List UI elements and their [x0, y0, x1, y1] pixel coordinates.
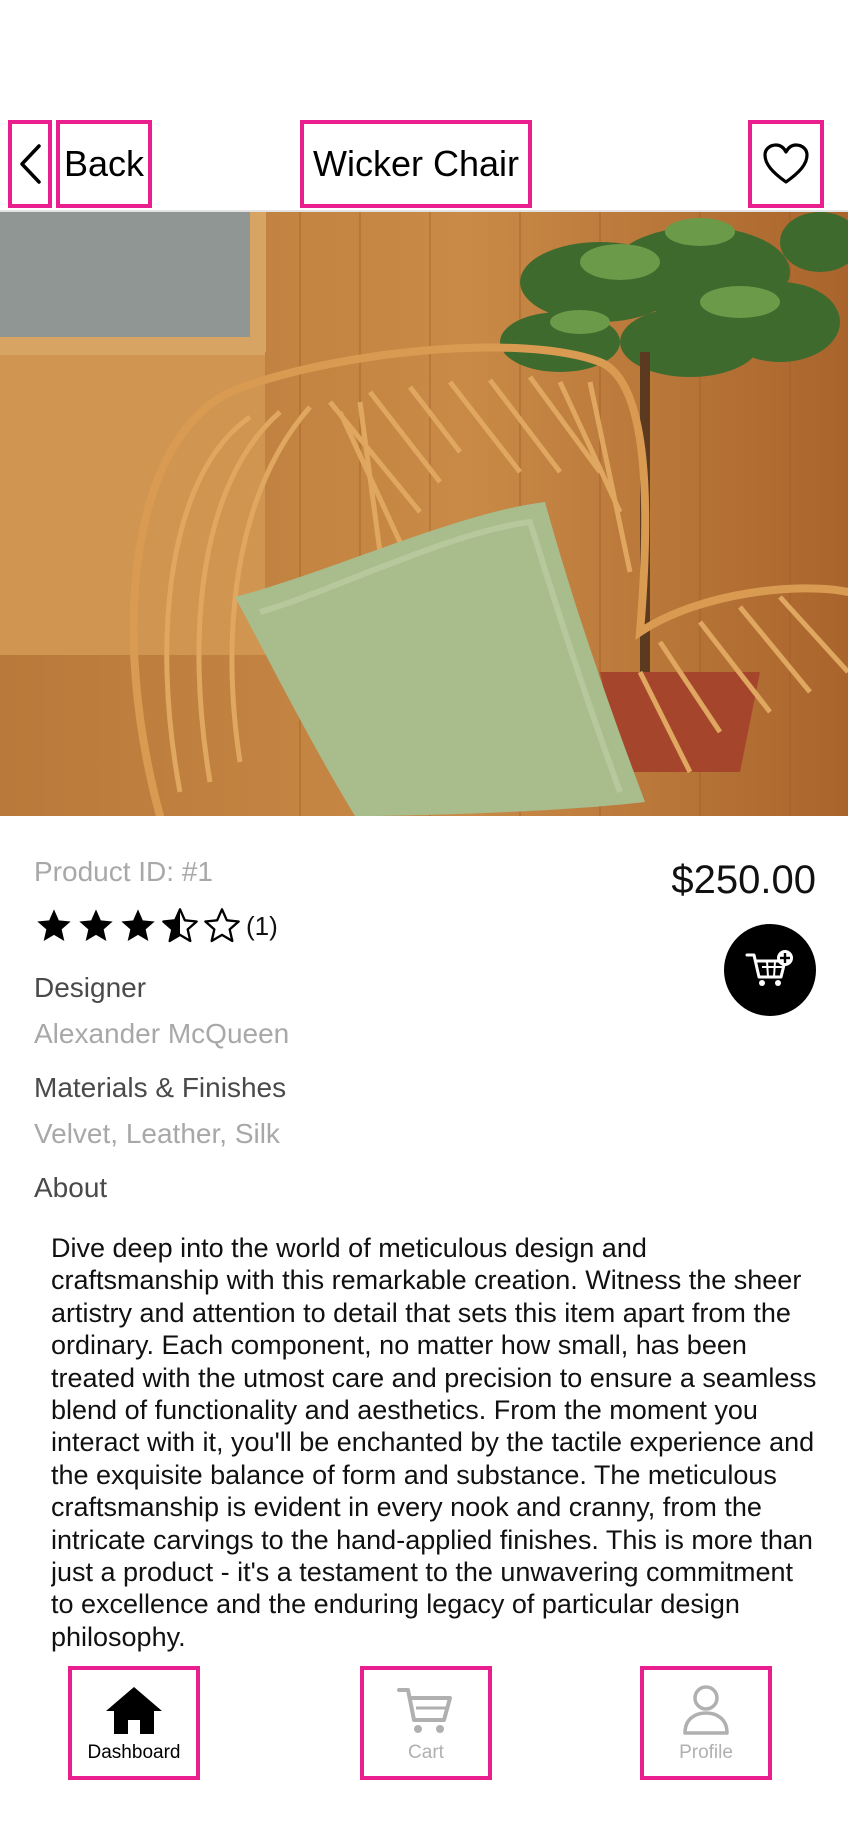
tab-profile[interactable]: Profile — [640, 1666, 772, 1780]
star-empty-icon — [204, 908, 240, 943]
rating-count: (1) — [246, 910, 278, 941]
add-to-cart-button[interactable] — [724, 924, 816, 1016]
chevron-left-icon — [20, 144, 41, 184]
home-icon — [106, 1687, 162, 1734]
product-image — [0, 212, 848, 816]
star-rating: (1) — [34, 906, 278, 946]
person-icon — [683, 1685, 729, 1735]
star-filled-icon — [37, 909, 71, 941]
tab-dashboard[interactable]: Dashboard — [68, 1666, 200, 1780]
star-half-icon — [162, 908, 198, 943]
designer-label: Designer — [34, 972, 147, 1003]
tab-cart[interactable]: Cart — [360, 1666, 492, 1780]
tab-label: Cart — [408, 1742, 444, 1763]
price: $250.00 — [671, 858, 816, 902]
back-chevron-button[interactable] — [8, 120, 52, 208]
about-text: Dive deep into the world of meticulous d… — [51, 1233, 817, 1652]
tab-label: Profile — [679, 1742, 733, 1763]
product-id: Product ID: #1 — [34, 856, 213, 887]
materials-label: Materials & Finishes — [34, 1072, 287, 1103]
star-filled-icon — [121, 909, 155, 941]
cart-icon — [397, 1688, 452, 1733]
cart-plus-icon — [745, 950, 793, 986]
back-button[interactable]: Back — [56, 120, 152, 208]
heart-icon — [763, 143, 809, 184]
star-filled-icon — [79, 909, 113, 941]
designer-value: Alexander McQueen — [34, 1018, 290, 1049]
page-title: Wicker Chair — [300, 120, 532, 208]
about-label: About — [34, 1172, 108, 1203]
favorite-button[interactable] — [748, 120, 824, 208]
materials-value: Velvet, Leather, Silk — [34, 1118, 280, 1149]
tab-label: Dashboard — [87, 1742, 181, 1763]
